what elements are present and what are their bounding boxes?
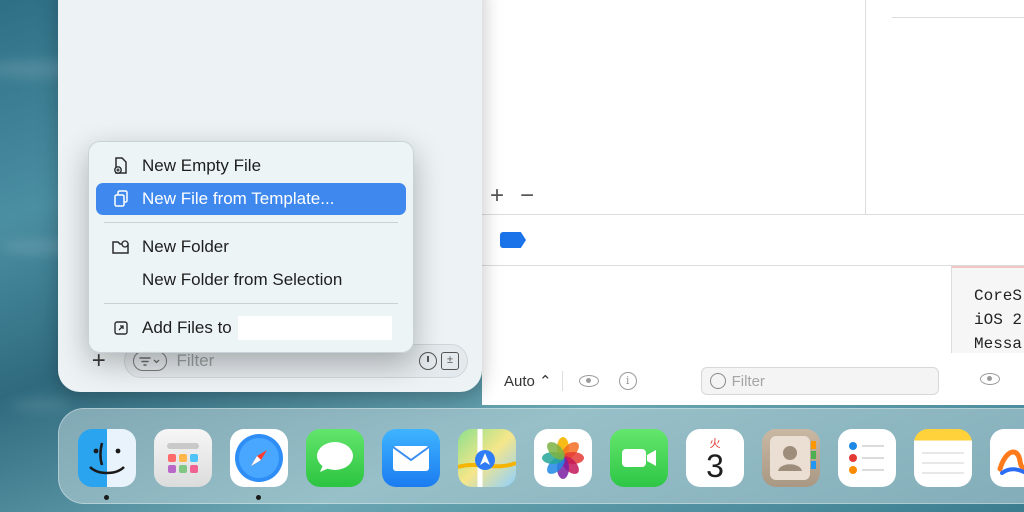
eye-icon[interactable] <box>980 373 1000 385</box>
menu-item-label: New Folder from Selection <box>142 270 343 289</box>
dock-app-calendar[interactable]: 火 3 <box>686 429 744 487</box>
dock-app-notes[interactable] <box>914 429 972 487</box>
editor-add-remove: + − <box>490 182 534 210</box>
breakpoint-icon[interactable] <box>500 232 526 248</box>
menu-item-label: New Folder <box>142 237 229 256</box>
eye-icon[interactable] <box>578 375 599 387</box>
menu-item-new-folder[interactable]: New Folder <box>96 231 406 263</box>
dock-app-contacts[interactable] <box>762 429 820 487</box>
dock-app-maps[interactable] <box>457 429 517 487</box>
console-line: iOS 2 <box>974 311 1023 329</box>
add-context-menu: New Empty File New File from Template...… <box>88 141 414 353</box>
dock-app-messages[interactable] <box>306 429 364 487</box>
menu-item-label: New File from Template... <box>142 189 335 208</box>
doc-badge-plus-icon <box>112 157 130 175</box>
remove-button[interactable]: − <box>520 182 534 210</box>
clock-icon[interactable] <box>419 352 437 370</box>
menu-item-label: New Empty File <box>142 156 262 175</box>
dock: 火 3 <box>58 408 1024 504</box>
dock-app-launchpad[interactable] <box>154 429 212 487</box>
filter-icon <box>709 373 726 389</box>
menu-item-new-folder-from-selection[interactable]: New Folder from Selection <box>96 264 406 296</box>
dock-app-freeform[interactable] <box>990 429 1024 487</box>
dock-app-safari[interactable] <box>230 429 288 487</box>
divider <box>482 214 1024 215</box>
dock-app-mail[interactable] <box>382 429 440 487</box>
divider <box>482 265 1024 266</box>
add-button[interactable]: + <box>490 182 504 210</box>
divider <box>892 17 1024 18</box>
filter-options-icon[interactable] <box>132 351 167 371</box>
console-line: Messa <box>974 335 1023 353</box>
debug-filter-placeholder: Filter <box>731 372 765 390</box>
dock-app-facetime[interactable] <box>610 429 668 487</box>
filter-placeholder: Filter <box>176 351 215 370</box>
menu-separator <box>104 222 398 223</box>
running-indicator <box>256 495 261 500</box>
source-control-filter-icon[interactable]: ± <box>441 352 459 370</box>
console-output: CoreS iOS 2 Messa <box>951 266 1024 353</box>
menu-item-label: Add Files to <box>142 318 232 337</box>
variables-scope-select[interactable]: Auto ⌃ <box>504 372 552 390</box>
folder-badge-plus-icon <box>112 238 130 256</box>
running-indicator <box>104 495 109 500</box>
debug-filter-field[interactable]: Filter <box>700 367 939 395</box>
square-arrow-up-right-icon <box>112 319 130 337</box>
calendar-day: 3 <box>706 448 724 484</box>
menu-item-new-empty-file[interactable]: New Empty File <box>96 150 406 182</box>
doc-on-doc-icon <box>112 190 130 208</box>
debug-bar: Auto ⌃ i Filter <box>482 362 1024 400</box>
menu-item-add-files[interactable]: Add Files to <box>96 312 406 344</box>
dock-app-finder[interactable] <box>78 429 136 487</box>
redacted-project-name <box>237 316 392 340</box>
wallpaper-streak <box>10 400 70 410</box>
console-line: CoreS <box>974 287 1023 305</box>
menu-separator <box>104 303 398 304</box>
dock-app-photos[interactable] <box>534 429 592 487</box>
info-icon[interactable]: i <box>618 372 637 390</box>
add-button[interactable]: + <box>88 349 110 373</box>
editor-area: + − CoreS iOS 2 Messa Auto ⌃ i Filter <box>482 0 1024 405</box>
divider <box>865 0 866 214</box>
divider <box>561 371 563 391</box>
dock-app-reminders[interactable] <box>838 429 896 487</box>
console-toolbar <box>974 370 1024 388</box>
menu-item-new-file-from-template[interactable]: New File from Template... <box>96 183 406 215</box>
